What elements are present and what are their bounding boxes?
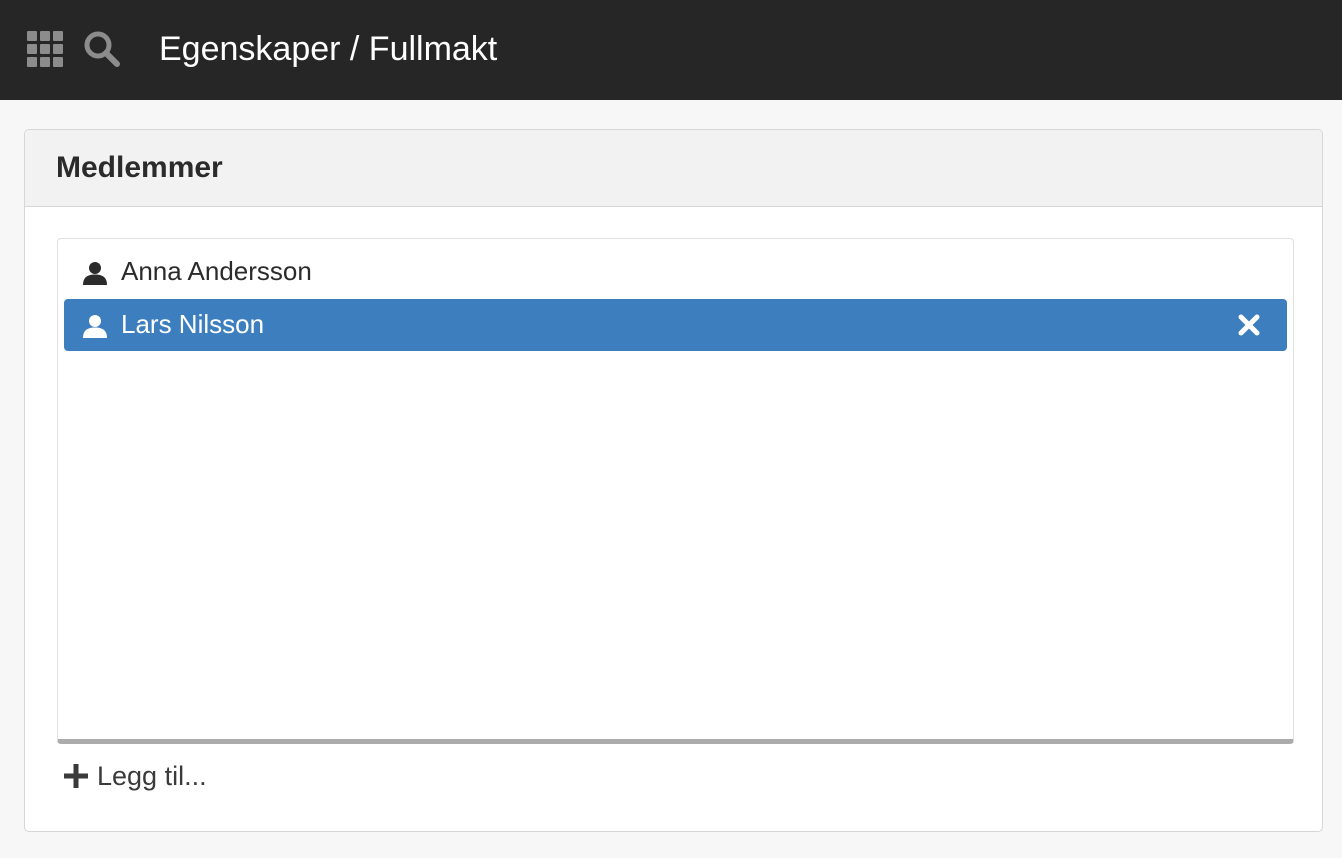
top-bar: Egenskaper / Fullmakt (0, 0, 1342, 100)
page-title: Egenskaper / Fullmakt (159, 30, 498, 68)
apps-grid-icon[interactable] (27, 31, 63, 67)
member-list[interactable]: Anna Andersson Lars Nilsson (57, 238, 1294, 744)
add-member-button[interactable]: Legg til... (63, 756, 207, 796)
members-panel: Medlemmer Anna Andersson Lars Nilsson Le… (24, 129, 1323, 832)
add-member-label: Legg til... (97, 761, 207, 791)
plus-icon (64, 764, 88, 788)
close-icon[interactable] (1237, 313, 1261, 337)
panel-header: Medlemmer (25, 130, 1322, 207)
list-item-selected[interactable]: Lars Nilsson (64, 299, 1287, 351)
user-icon (83, 262, 107, 285)
member-name: Lars Nilsson (121, 309, 265, 339)
user-icon (83, 315, 107, 338)
search-icon[interactable] (82, 29, 122, 69)
list-item[interactable]: Anna Andersson (64, 246, 1287, 298)
member-name: Anna Andersson (121, 256, 312, 286)
panel-title: Medlemmer (56, 151, 223, 184)
